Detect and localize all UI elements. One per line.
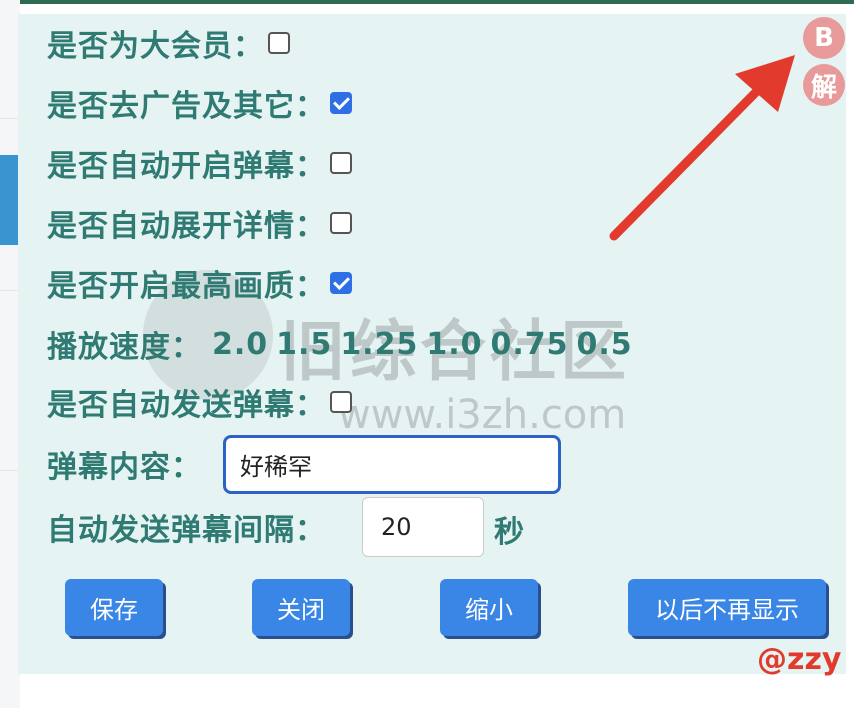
red-arrow-icon	[609, 55, 795, 241]
author-tag: @zzy	[757, 642, 842, 677]
